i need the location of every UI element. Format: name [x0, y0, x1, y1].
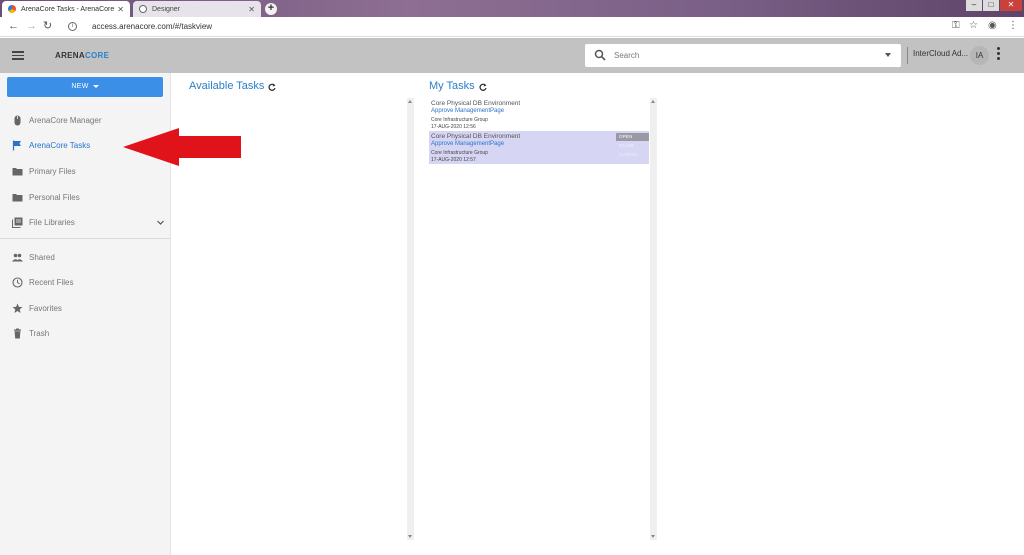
- chevron-down-icon[interactable]: [157, 219, 164, 226]
- browser-tab-bar: ArenaCore Tasks - ArenaCore ✕ Designer ✕…: [0, 0, 1024, 17]
- clock-icon: [12, 276, 23, 288]
- annotation-arrow: [123, 128, 241, 166]
- trash-icon: [14, 328, 21, 338]
- refresh-available-icon[interactable]: [268, 83, 276, 91]
- my-tasks-scrollbar[interactable]: [650, 98, 657, 540]
- browser-tab-designer[interactable]: Designer ✕: [133, 1, 261, 17]
- task-link[interactable]: Approve ManagementPage: [431, 108, 504, 114]
- sidebar-item-label: Primary Files: [29, 166, 76, 176]
- bookmark-star-icon[interactable]: ☆: [969, 20, 978, 32]
- available-tasks-title: Available Tasks: [189, 80, 265, 92]
- claim-task-button[interactable]: CLAIM: [616, 142, 649, 150]
- star-icon: [12, 303, 23, 313]
- tab-title: Designer: [152, 5, 181, 13]
- sidebar-item-personal-files[interactable]: Personal Files: [0, 186, 170, 208]
- more-options-icon[interactable]: [997, 47, 1000, 62]
- task-group: Core Infrastructure Group: [431, 150, 488, 156]
- task-link[interactable]: Approve ManagementPage: [431, 141, 504, 147]
- caret-down-icon: [92, 84, 99, 88]
- search-icon: [594, 49, 606, 61]
- task-title: Core Physical DB Environment: [431, 100, 521, 107]
- back-arrow-icon[interactable]: ←: [8, 20, 19, 32]
- available-tasks-scrollbar[interactable]: [407, 98, 414, 540]
- sidebar-item-favorites[interactable]: Favorites: [0, 297, 170, 319]
- url-field[interactable]: i access.arenacore.com/#/taskview: [68, 19, 212, 35]
- sidebar-item-label: Favorites: [29, 303, 62, 313]
- mouse-icon: [14, 115, 21, 125]
- tab-close-icon[interactable]: ✕: [248, 5, 255, 14]
- task-title: Core Physical DB Environment: [431, 133, 521, 140]
- tab-close-icon[interactable]: ✕: [117, 5, 124, 14]
- task-date: 17-AUG-2020 12:57: [431, 157, 476, 163]
- browser-tab-arenacore-tasks[interactable]: ArenaCore Tasks - ArenaCore ✕: [2, 1, 130, 17]
- people-icon: [12, 253, 23, 261]
- new-button[interactable]: NEW: [7, 77, 163, 97]
- site-info-icon[interactable]: i: [68, 22, 77, 32]
- new-tab-button[interactable]: +: [265, 3, 277, 15]
- arenacore-favicon-icon: [8, 5, 16, 13]
- sidebar-item-shared[interactable]: Shared: [0, 246, 170, 268]
- tenant-name[interactable]: InterCloud Ad...: [913, 49, 968, 58]
- window-minimize-button[interactable]: –: [966, 0, 982, 11]
- url-text: access.arenacore.com/#/taskview: [92, 22, 213, 31]
- search-box[interactable]: Search: [585, 44, 901, 67]
- header-divider: [907, 47, 908, 64]
- sidebar-item-recent-files[interactable]: Recent Files: [0, 271, 170, 293]
- sidebar-item-label: File Libraries: [29, 217, 75, 227]
- flag-icon: [12, 140, 21, 150]
- task-group: Core Infrastructure Group: [431, 117, 488, 123]
- avatar[interactable]: IA: [970, 46, 989, 65]
- key-icon[interactable]: ⚿: [952, 20, 960, 32]
- folder-icon: [12, 193, 23, 201]
- open-task-button[interactable]: OPEN: [616, 133, 649, 141]
- browser-menu-icon[interactable]: ⋮: [1008, 20, 1018, 32]
- sidebar-item-label: ArenaCore Tasks: [29, 140, 91, 150]
- tab-title: ArenaCore Tasks - ArenaCore: [21, 5, 115, 13]
- search-dropdown-icon[interactable]: [885, 53, 891, 57]
- sidebar-item-label: ArenaCore Manager: [29, 115, 102, 125]
- window-maximize-button[interactable]: □: [983, 0, 999, 11]
- window-close-button[interactable]: ✕: [1000, 0, 1022, 11]
- address-bar: ← → ↻ i access.arenacore.com/#/taskview ⚿…: [0, 17, 1024, 37]
- cancel-task-button[interactable]: CANCEL: [616, 151, 649, 159]
- sidebar-divider: [0, 238, 170, 239]
- sidebar-item-file-libraries[interactable]: File Libraries: [0, 211, 170, 233]
- my-tasks-title: My Tasks: [429, 80, 475, 92]
- library-icon: [12, 217, 23, 228]
- reload-icon[interactable]: ↻: [43, 20, 52, 32]
- task-card-selected[interactable]: Core Physical DB Environment Approve Man…: [429, 131, 649, 164]
- profile-icon[interactable]: ◉: [988, 20, 997, 32]
- refresh-my-tasks-icon[interactable]: [479, 83, 487, 91]
- forward-arrow-icon[interactable]: →: [26, 20, 37, 32]
- hamburger-menu-icon[interactable]: [12, 51, 24, 60]
- folder-icon: [12, 167, 23, 175]
- sidebar-item-label: Trash: [29, 328, 50, 338]
- sidebar-item-label: Recent Files: [29, 277, 74, 287]
- sidebar-item-trash[interactable]: Trash: [0, 322, 170, 344]
- task-date: 17-AUG-2020 12:56: [431, 124, 476, 130]
- sidebar-item-label: Personal Files: [29, 192, 80, 202]
- search-placeholder: Search: [614, 51, 640, 60]
- arenacore-logo: ARENACORE: [55, 51, 110, 60]
- globe-icon: [139, 5, 147, 13]
- task-card[interactable]: Core Physical DB Environment Approve Man…: [429, 98, 649, 131]
- sidebar-item-label: Shared: [29, 252, 55, 262]
